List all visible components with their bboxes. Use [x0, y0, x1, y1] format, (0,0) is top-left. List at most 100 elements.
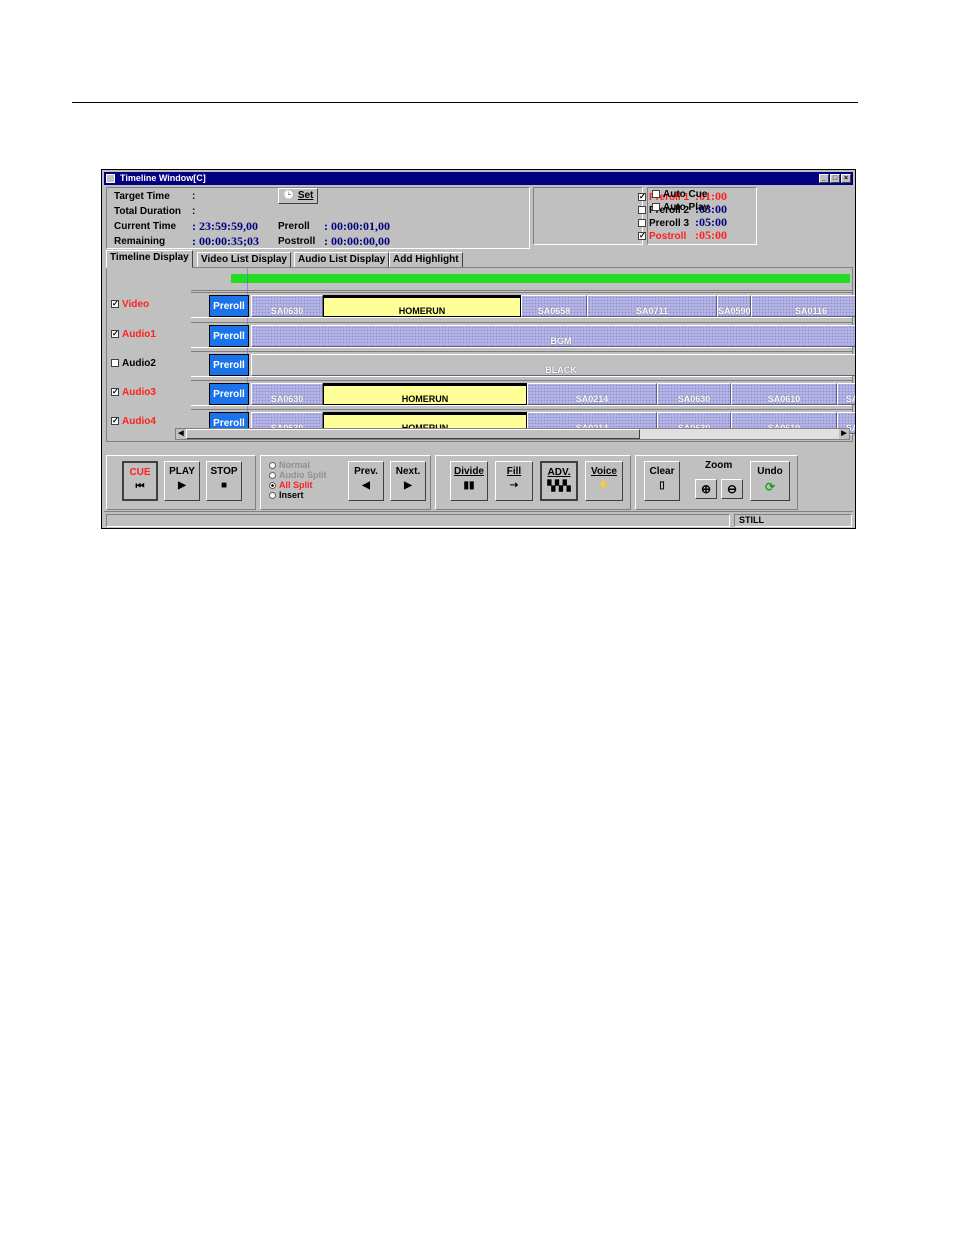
- track-checkbox[interactable]: ✓: [111, 388, 119, 397]
- track-name: Audio4: [122, 416, 156, 427]
- timeline-clip[interactable]: SA0214: [527, 383, 657, 405]
- track-label-audio4[interactable]: ✓ Audio4: [111, 416, 156, 427]
- track-label-audio3[interactable]: ✓ Audio3: [111, 387, 156, 398]
- preroll-block[interactable]: Preroll: [209, 325, 249, 347]
- tab-video-list-display[interactable]: Video List Display: [197, 252, 291, 268]
- radio-dot[interactable]: [269, 482, 276, 490]
- set-button[interactable]: 🕒 Set: [278, 188, 318, 204]
- track-checkbox[interactable]: ✓: [111, 417, 119, 426]
- scroll-right-icon[interactable]: ▶: [839, 429, 849, 439]
- preroll-block[interactable]: Preroll: [209, 383, 249, 405]
- title-bar[interactable]: Timeline Window[C] _ □ ×: [104, 172, 853, 185]
- timeline-clip[interactable]: SA0711: [587, 295, 717, 317]
- timeline-ruler: [191, 268, 852, 291]
- mode-radio-insert[interactable]: Insert: [269, 490, 304, 500]
- preroll-block[interactable]: Preroll: [209, 354, 249, 376]
- mode-radio-normal[interactable]: Normal: [269, 460, 310, 470]
- next-button[interactable]: Next. ▶: [390, 461, 426, 501]
- track-name: Audio2: [122, 358, 156, 369]
- play-button[interactable]: PLAY ▶: [164, 461, 200, 501]
- scroll-thumb[interactable]: [186, 429, 640, 439]
- track-checkbox[interactable]: ✓: [111, 300, 119, 309]
- target-time-value: :: [192, 191, 196, 202]
- preroll-checkbox[interactable]: [638, 219, 646, 228]
- close-button[interactable]: ×: [841, 174, 851, 183]
- current-time-value: : 23:59:59,00: [192, 219, 258, 233]
- timeline-clip[interactable]: SA0630: [251, 383, 323, 405]
- track-checkbox[interactable]: [111, 359, 119, 368]
- preroll-value: : 00:00:01,00: [324, 219, 390, 233]
- track-row-audio3: PrerollSA0630HOMERUNSA0214SA0630SA0610SA: [191, 380, 855, 406]
- auto-option[interactable]: Auto Play: [652, 202, 709, 213]
- track-label-audio1[interactable]: ✓ Audio1: [111, 329, 156, 340]
- track-label-audio2[interactable]: Audio2: [111, 358, 156, 369]
- timeline-clip[interactable]: HOMERUN: [323, 295, 521, 317]
- mode-radio-audio-split[interactable]: Audio Split: [269, 470, 327, 480]
- zoom-label: Zoom: [705, 460, 733, 471]
- prev-button[interactable]: Prev. ◀: [348, 461, 384, 501]
- preroll-checkbox[interactable]: [638, 206, 646, 215]
- undo-button[interactable]: Undo ⟳: [750, 461, 790, 501]
- undo-icon: ⟳: [764, 480, 776, 494]
- timeline-clip[interactable]: SA0630: [251, 295, 323, 317]
- tab-add-highlight[interactable]: Add Highlight: [389, 252, 463, 268]
- app-icon: [106, 174, 115, 183]
- remaining-label: Remaining: [114, 236, 166, 247]
- track-label-video[interactable]: ✓ Video: [111, 299, 149, 310]
- timeline-clip[interactable]: SA0590: [717, 295, 751, 317]
- voice-button[interactable]: Voice ⚡: [585, 461, 623, 501]
- status-bar: STILL: [104, 511, 853, 528]
- zoom-out-icon: ⊖: [726, 482, 738, 496]
- next-icon: ▶: [404, 480, 412, 491]
- timeline-progress-bar: [231, 274, 850, 283]
- maximize-button[interactable]: □: [830, 174, 840, 183]
- track-row-audio2: Preroll BLACK: [191, 351, 855, 377]
- timeline-clip[interactable]: BGM: [251, 325, 855, 347]
- timeline-clip[interactable]: SA0610: [731, 383, 837, 405]
- radio-dot[interactable]: [269, 492, 276, 500]
- track-checkbox[interactable]: ✓: [111, 330, 119, 339]
- timeline-clip[interactable]: SA0630: [657, 383, 731, 405]
- preroll-label: Preroll: [278, 221, 310, 232]
- timeline-clip[interactable]: BLACK: [251, 354, 855, 376]
- tab-audio-list-display[interactable]: Audio List Display: [294, 252, 390, 268]
- timeline-window: Timeline Window[C] _ □ × Target Time : T…: [101, 169, 856, 529]
- timeline-clip[interactable]: HOMERUN: [323, 383, 527, 405]
- adv-button[interactable]: ADV. ▚▚▚: [540, 461, 578, 501]
- fill-icon: ⇢: [509, 480, 519, 491]
- fill-button[interactable]: Fill ⇢: [495, 461, 533, 501]
- timeline-clip[interactable]: SA: [837, 383, 855, 405]
- track-row-video: Preroll SA0630 HOMERUN SA0658 SA0711 SA0590 SA…: [191, 292, 855, 318]
- horizontal-scrollbar[interactable]: ◀ ▶: [175, 428, 850, 440]
- mode-radio-all-split[interactable]: All Split: [269, 480, 313, 490]
- scroll-left-icon[interactable]: ◀: [176, 429, 186, 439]
- radio-dot[interactable]: [269, 462, 276, 470]
- auto-checkbox[interactable]: [652, 190, 660, 199]
- total-duration-label: Total Duration: [114, 206, 182, 217]
- clear-button[interactable]: Clear ▯: [644, 461, 680, 501]
- preroll-block[interactable]: Preroll: [209, 295, 249, 317]
- minimize-button[interactable]: _: [819, 174, 829, 183]
- cue-icon: ⏮: [135, 481, 145, 492]
- preroll-checkbox[interactable]: ✓: [638, 193, 646, 202]
- clear-icon: ▯: [659, 480, 665, 491]
- divide-icon: ▮▮: [463, 480, 475, 491]
- zoom-out-button[interactable]: ⊖: [721, 479, 743, 499]
- zoom-in-button[interactable]: ⊕: [695, 479, 717, 499]
- cue-button[interactable]: CUE ⏮: [122, 461, 158, 501]
- auto-checkbox[interactable]: [652, 203, 660, 212]
- radio-dot[interactable]: [269, 472, 276, 480]
- clock-icon: 🕒: [282, 190, 296, 201]
- auto-option[interactable]: Auto Cue: [652, 189, 707, 200]
- target-time-label: Target Time: [114, 191, 170, 202]
- timeline-clip[interactable]: SA0116: [751, 295, 855, 317]
- track-name: Video: [122, 299, 150, 310]
- adv-icon: ▚▚▚: [547, 481, 571, 492]
- voice-label: Voice: [591, 466, 617, 477]
- stop-button[interactable]: STOP ■: [206, 461, 242, 501]
- preroll-checkbox[interactable]: ✓: [638, 232, 646, 241]
- divide-button[interactable]: Divide ▮▮: [450, 461, 488, 501]
- timeline-clip[interactable]: SA0658: [521, 295, 587, 317]
- play-label: PLAY: [169, 466, 195, 477]
- tab-timeline-display[interactable]: Timeline Display: [106, 250, 193, 268]
